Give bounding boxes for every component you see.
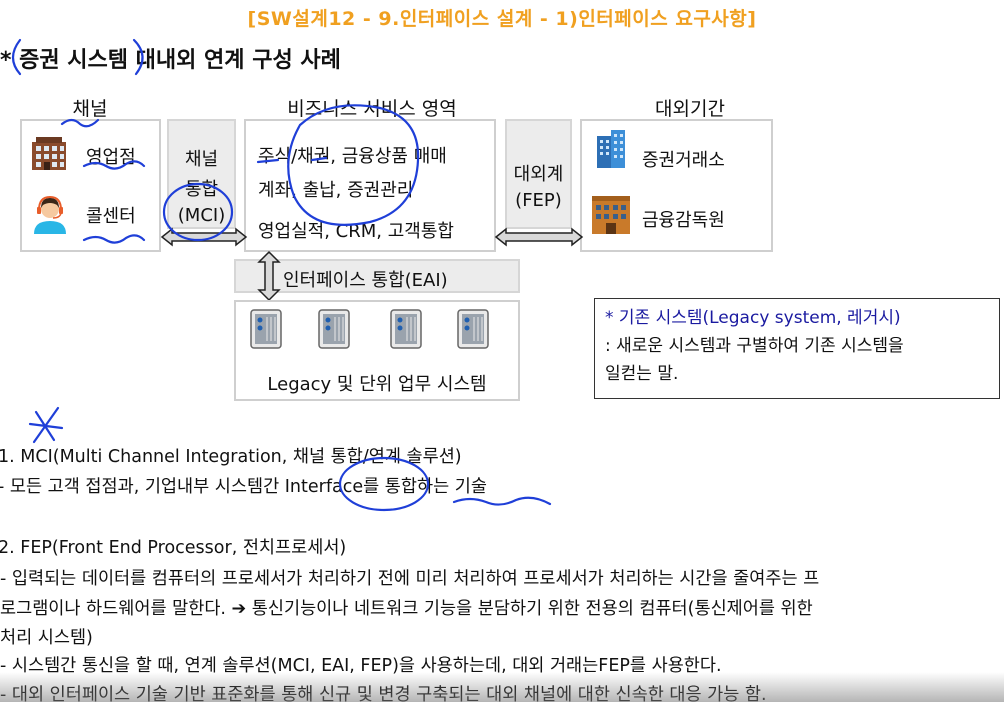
section2-line3: 처리 시스템) [0, 628, 93, 648]
building-icon [30, 134, 68, 172]
server-icon [457, 309, 489, 349]
note-line3: 일컫는 말. [605, 364, 679, 384]
page-title: * 증권 시스템 대내외 연계 구성 사례 [0, 48, 341, 73]
mci-line2: 통합 [184, 179, 219, 200]
section2-line2: 로그램이나 하드웨어를 말한다. ➔ 통신기능이나 네트워크 기능을 분담하기 … [0, 599, 813, 619]
server-icon [390, 309, 422, 349]
mci-line1: 채널 [184, 149, 219, 170]
note-line2: : 새로운 시스템과 구별하여 기존 시스템을 [605, 336, 904, 356]
fep-line1: 대외계 [513, 164, 564, 185]
building-icon [590, 194, 632, 234]
channel-branch: 영업점 [86, 147, 136, 168]
pen-squiggle-integrate [452, 496, 552, 506]
arrow-vertical-eai-icon [257, 250, 281, 302]
fep-line2: (FEP) [515, 190, 562, 211]
business-line3: 영업실적, CRM, 고객통합 [258, 221, 454, 242]
legacy-note-box: * 기존 시스템(Legacy system, 레거시) : 새로운 시스템과 … [594, 298, 1000, 399]
legacy-label: Legacy 및 단위 업무 시스템 [267, 374, 487, 395]
server-icon [250, 309, 282, 349]
business-heading: 비즈니스 서비스 영역 [287, 98, 457, 120]
section2-heading: 2. FEP(Front End Processor, 전치프로세서) [0, 538, 347, 558]
business-line2: 계좌, 출납, 증권관리 [258, 180, 414, 201]
arrow-channel-business-icon [160, 227, 248, 247]
note-line1: * 기존 시스템(Legacy system, 레거시) [605, 308, 901, 328]
business-line1: 주식/채권, 금융상품 매매 [258, 146, 447, 167]
section2-line1: - 입력되는 데이터를 컴퓨터의 프로세서가 처리하기 전에 미리 처리하여 프… [0, 569, 820, 589]
section1-body: - 모든 고객 접점과, 기업내부 시스템간 Interface를 통합하는 기… [0, 477, 487, 497]
channel-callcenter: 콜센터 [86, 206, 136, 227]
channel-heading: 채널 [72, 98, 108, 120]
pen-star-section1 [28, 406, 64, 444]
lecture-header: [SW설계12 - 9.인터페이스 설계 - 1)인터페이스 요구사항] [247, 8, 757, 30]
arrow-business-external-icon [494, 227, 584, 247]
office-tower-icon [593, 128, 629, 168]
external-exchange: 증권거래소 [642, 150, 725, 171]
bottom-shade [0, 672, 1004, 702]
mci-line3: (MCI) [177, 205, 226, 226]
headset-agent-icon [30, 194, 70, 234]
external-fss: 금융감독원 [642, 210, 725, 231]
section1-heading: 1. MCI(Multi Channel Integration, 채널 통합/… [0, 447, 462, 467]
server-icon [318, 309, 350, 349]
external-heading: 대외기간 [655, 98, 725, 120]
eai-label: 인터페이스 통합(EAI) [283, 270, 448, 291]
